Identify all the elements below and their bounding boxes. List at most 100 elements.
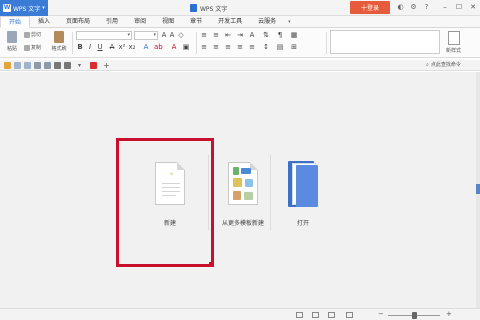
title-bar: W WPS 文字 ▾ WPS 文字 十登录 ◐ ⚙ ? – ☐ ✕ <box>0 0 480 16</box>
tab-insert[interactable]: 插入 <box>30 16 58 28</box>
save-as-icon[interactable] <box>24 62 31 69</box>
close-icon[interactable]: ✕ <box>466 0 480 14</box>
reading-view-icon[interactable] <box>312 312 319 318</box>
align-center-icon[interactable]: ≡ <box>212 43 220 52</box>
font-color-icon[interactable]: A <box>170 43 178 52</box>
bullet-list-icon[interactable]: ≡ <box>200 31 208 40</box>
minimize-icon[interactable]: – <box>438 0 452 14</box>
tab-references[interactable]: 引用 <box>98 16 126 28</box>
tab-section[interactable]: 章节 <box>182 16 210 28</box>
new-tab-icon[interactable]: + <box>103 62 110 70</box>
open-document-label: 打开 <box>296 220 309 227</box>
tab-review[interactable]: 审阅 <box>126 16 154 28</box>
open-folder-icon <box>288 161 318 207</box>
copy-label: 复制 <box>31 45 42 51</box>
underline-icon[interactable]: U <box>96 43 104 52</box>
command-search[interactable]: ⌕ 点此查找命令 <box>426 61 461 70</box>
tab-home[interactable]: 开始 <box>0 16 31 28</box>
app-menu-label: WPS 文字 <box>13 5 41 13</box>
bold-icon[interactable]: B <box>76 43 84 52</box>
print-icon[interactable] <box>34 62 41 69</box>
chevron-down-icon: ▾ <box>42 5 45 11</box>
redo-icon[interactable] <box>64 62 71 69</box>
new-from-template-button[interactable]: 从更多模板新建 <box>222 162 264 227</box>
scrollbar-thumb[interactable] <box>476 184 480 194</box>
strikethrough-icon[interactable]: A <box>108 43 116 52</box>
align-right-icon[interactable]: ≡ <box>224 43 232 52</box>
window-title: WPS 文字 <box>190 0 227 16</box>
align-left-icon[interactable]: ≡ <box>200 43 208 52</box>
distribute-icon[interactable]: ≡ <box>248 43 256 52</box>
print-preview-icon[interactable] <box>44 62 51 69</box>
superscript-icon[interactable]: x² <box>118 43 126 52</box>
vertical-scrollbar[interactable] <box>476 72 480 308</box>
tab-developer[interactable]: 开发工具 <box>210 16 250 28</box>
chevron-down-icon[interactable]: ▾ <box>288 16 291 27</box>
status-bar: − + <box>0 308 480 320</box>
font-size-select[interactable]: ▾ <box>134 31 158 40</box>
show-marks-icon[interactable]: ¶ <box>276 31 284 40</box>
settings-icon[interactable]: ⚙ <box>409 2 418 12</box>
open-folder-icon[interactable] <box>4 62 11 69</box>
login-button[interactable]: 十登录 <box>350 1 390 14</box>
new-style-icon <box>447 31 460 45</box>
text-direction-icon[interactable]: A <box>248 31 256 40</box>
maximize-icon[interactable]: ☐ <box>452 0 466 14</box>
sort-icon[interactable]: ⇅ <box>262 31 270 40</box>
justify-icon[interactable]: ≡ <box>236 43 244 52</box>
cut-label: 剪切 <box>31 32 42 38</box>
zoom-slider-thumb[interactable] <box>412 312 417 319</box>
cut-button[interactable]: 剪切 <box>24 31 41 38</box>
tab-view[interactable]: 视图 <box>154 16 182 28</box>
paste-button[interactable]: 粘贴 <box>4 31 20 52</box>
divider <box>72 32 73 54</box>
template-document-icon <box>228 162 258 205</box>
new-style-button[interactable]: 新样式 <box>446 31 461 54</box>
app-menu-button[interactable]: W WPS 文字 ▾ <box>0 0 48 16</box>
clear-format-icon[interactable]: ◇ <box>177 31 185 40</box>
chevron-down-icon: ▾ <box>153 32 156 38</box>
window-title-text: WPS 文字 <box>200 5 228 13</box>
web-view-icon[interactable] <box>346 312 353 318</box>
document-icon <box>190 4 197 12</box>
highlight-icon[interactable]: ab <box>154 43 163 52</box>
copy-button[interactable]: 复制 <box>24 44 41 51</box>
wps-logo-icon: W <box>3 4 11 12</box>
text-effect-icon[interactable]: A <box>142 43 150 52</box>
italic-icon[interactable]: I <box>86 43 94 52</box>
chevron-down-icon[interactable]: ▾ <box>78 62 85 69</box>
font-name-select[interactable]: ▾ <box>76 31 132 40</box>
undo-icon[interactable] <box>54 62 61 69</box>
shading-icon[interactable]: ▤ <box>276 43 284 52</box>
chevron-down-icon: ▾ <box>127 32 130 38</box>
grow-font-icon[interactable]: A <box>160 31 168 40</box>
decrease-indent-icon[interactable]: ⇤ <box>224 31 232 40</box>
new-from-template-label: 从更多模板新建 <box>222 220 265 227</box>
page-view-icon[interactable] <box>296 312 303 318</box>
skin-icon[interactable]: ◐ <box>396 2 405 12</box>
highlight-annotation-box <box>116 138 214 267</box>
shrink-font-icon[interactable]: A <box>168 31 176 40</box>
increase-indent-icon[interactable]: ⇥ <box>236 31 244 40</box>
help-icon[interactable]: ? <box>422 2 431 12</box>
tab-page-layout[interactable]: 页面布局 <box>58 16 98 28</box>
paste-label: 粘贴 <box>6 46 17 52</box>
styles-gallery[interactable] <box>330 30 440 54</box>
scissors-icon <box>24 31 30 38</box>
outline-view-icon[interactable] <box>328 312 335 318</box>
table-icon[interactable]: ▦ <box>290 31 298 40</box>
line-spacing-icon[interactable]: ↕ <box>262 43 270 52</box>
save-icon[interactable] <box>14 62 21 69</box>
divider <box>196 32 197 54</box>
wps-doc-tab-icon[interactable] <box>90 62 97 69</box>
zoom-out-icon[interactable]: − <box>378 310 384 319</box>
format-painter-button[interactable]: 格式刷 <box>48 31 70 52</box>
tab-cloud-service[interactable]: 云服务 <box>250 16 284 28</box>
open-document-button[interactable]: 打开 <box>288 161 318 227</box>
border-icon[interactable]: ⊞ <box>290 43 298 52</box>
zoom-in-icon[interactable]: + <box>446 310 452 319</box>
char-border-icon[interactable]: ▣ <box>182 43 190 52</box>
numbered-list-icon[interactable]: ≡ <box>212 31 220 40</box>
subscript-icon[interactable]: x₂ <box>128 43 136 52</box>
new-style-label: 新样式 <box>446 48 462 54</box>
